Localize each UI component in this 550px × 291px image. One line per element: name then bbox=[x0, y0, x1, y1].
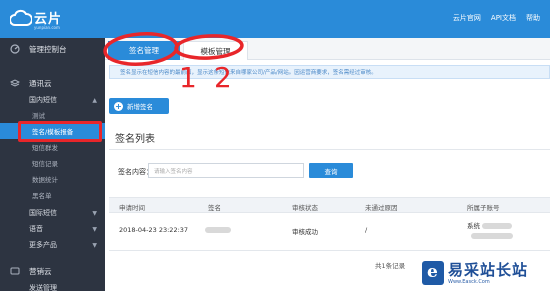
column-header-account: 所属子账号 bbox=[467, 204, 500, 212]
column-header-signature: 签名 bbox=[208, 204, 221, 212]
top-links: 云片官网 API文档 帮助 bbox=[453, 13, 540, 23]
sidebar-item-label: 管理控制台 bbox=[29, 44, 67, 54]
column-header-reason: 未通过原因 bbox=[365, 204, 398, 212]
sidebar: 管理控制台 通讯云 国内短信 ▲ 测试 签名/模板报备 短信群发 短信记录 数据… bbox=[0, 38, 105, 291]
cell-account: 系统 bbox=[467, 220, 513, 239]
cell-time: 2018-04-23 23:22:37 bbox=[119, 226, 189, 234]
sidebar-item-blacklist[interactable]: 黑名单 bbox=[0, 187, 105, 203]
column-header-time: 申请时间 bbox=[119, 204, 145, 212]
top-link-api-docs[interactable]: API文档 bbox=[491, 13, 516, 23]
signature-search-input[interactable]: 请输入签名内容 bbox=[148, 163, 304, 178]
layers-icon bbox=[10, 79, 20, 87]
main-content: 签名管理 模板管理 签名显示在短信内容的最前面，显示这条短信来自哪家公司/产品/… bbox=[105, 38, 550, 291]
sidebar-section-communication[interactable]: 通讯云 bbox=[0, 72, 105, 94]
sidebar-item-label: 短信群发 bbox=[32, 144, 58, 152]
sidebar-item-label: 短信记录 bbox=[32, 160, 58, 168]
top-link-help[interactable]: 帮助 bbox=[526, 13, 540, 23]
sidebar-item-label: 营销云 bbox=[29, 266, 52, 276]
plus-icon: + bbox=[114, 101, 123, 111]
search-placeholder: 请输入签名内容 bbox=[154, 168, 193, 175]
sidebar-item-label: 发送管理 bbox=[29, 284, 57, 291]
dashboard-icon bbox=[10, 44, 20, 54]
info-notice: 签名显示在短信内容的最前面，显示这条短信来自哪家公司/产品/网站。因运营商要求，… bbox=[109, 65, 550, 79]
cell-status: 审核成功 bbox=[292, 228, 318, 236]
chevron-down-icon: ▼ bbox=[92, 225, 97, 233]
sidebar-group-voice[interactable]: 语音 ▼ bbox=[0, 221, 105, 237]
button-label: 新增签名 bbox=[127, 103, 153, 111]
pagination-summary: 共1条记录 bbox=[375, 262, 406, 270]
sidebar-item-console[interactable]: 管理控制台 bbox=[0, 38, 105, 60]
sidebar-item-statistics[interactable]: 数据统计 bbox=[0, 171, 105, 187]
chevron-down-icon: ▼ bbox=[92, 209, 97, 217]
info-text: 签名显示在短信内容的最前面，显示这条短信来自哪家公司/产品/网站。因运营商要求，… bbox=[120, 70, 377, 76]
account-name: 系统 bbox=[467, 222, 480, 230]
chevron-down-icon: ▼ bbox=[92, 241, 97, 249]
sidebar-item-label: 国际短信 bbox=[29, 209, 57, 217]
sidebar-item-label: 测试 bbox=[32, 112, 45, 120]
sidebar-group-domestic-sms[interactable]: 国内短信 ▲ bbox=[0, 92, 105, 108]
sidebar-item-label: 数据统计 bbox=[32, 176, 58, 184]
table-row[interactable]: 2018-04-23 23:22:37 审核成功 / 系统 bbox=[109, 213, 550, 251]
search-button[interactable]: 查询 bbox=[309, 163, 353, 178]
section-title: 签名列表 bbox=[115, 134, 155, 145]
watermark-text: 易采站长站 bbox=[448, 261, 529, 279]
sidebar-group-send-management[interactable]: 发送管理 bbox=[0, 280, 105, 291]
tab-label: 签名管理 bbox=[129, 46, 159, 55]
watermark-logo-icon: e bbox=[422, 261, 444, 285]
table-header: 申请时间 签名 审核状态 未通过原因 所属子账号 bbox=[109, 197, 550, 213]
sidebar-item-label: 语音 bbox=[29, 225, 43, 233]
top-link-website[interactable]: 云片官网 bbox=[453, 13, 481, 23]
highlight-annotation-box bbox=[18, 121, 102, 142]
column-header-status: 审核状态 bbox=[292, 204, 318, 212]
logo[interactable]: 云片 yunpian.com bbox=[10, 7, 70, 33]
chevron-up-icon: ▲ bbox=[92, 96, 97, 104]
sidebar-group-intl-sms[interactable]: 国际短信 ▼ bbox=[0, 205, 105, 221]
cloud-logo-icon bbox=[10, 9, 32, 26]
top-bar: 云片 yunpian.com 云片官网 API文档 帮助 bbox=[0, 0, 550, 38]
watermark: e 易采站长站 Www.Easck.Com bbox=[418, 257, 550, 291]
divider bbox=[109, 149, 550, 150]
watermark-subtext: Www.Easck.Com bbox=[448, 279, 490, 285]
logo-subtext: yunpian.com bbox=[34, 25, 60, 30]
cell-reason: / bbox=[365, 226, 368, 234]
sidebar-item-label: 黑名单 bbox=[32, 192, 52, 200]
sidebar-group-more-products[interactable]: 更多产品 ▼ bbox=[0, 237, 105, 253]
cell-signature-redacted bbox=[205, 226, 231, 234]
sidebar-section-marketing[interactable]: 营销云 bbox=[0, 260, 105, 282]
sidebar-item-label: 更多产品 bbox=[29, 241, 57, 249]
tab-template-management[interactable]: 模板管理 bbox=[183, 41, 248, 60]
sidebar-item-sms-records[interactable]: 短信记录 bbox=[0, 155, 105, 171]
tab-bar: 签名管理 模板管理 bbox=[105, 38, 550, 60]
marketing-icon bbox=[10, 267, 20, 275]
add-signature-button[interactable]: + 新增签名 bbox=[109, 98, 169, 114]
tab-signature-management[interactable]: 签名管理 bbox=[108, 41, 180, 60]
sidebar-item-label: 国内短信 bbox=[29, 96, 57, 104]
sidebar-item-label: 通讯云 bbox=[29, 78, 52, 88]
tab-label: 模板管理 bbox=[200, 46, 231, 56]
button-label: 查询 bbox=[324, 167, 338, 176]
